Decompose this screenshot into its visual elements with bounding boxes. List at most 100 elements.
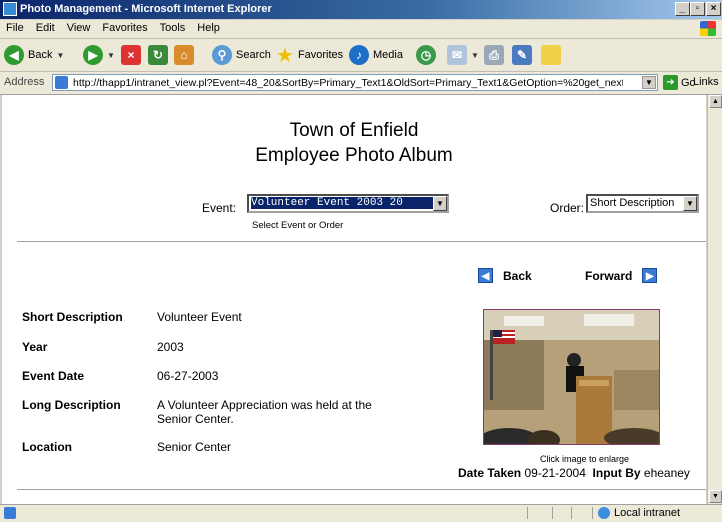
status-divider xyxy=(571,507,572,519)
stop-icon: × xyxy=(121,45,141,65)
date-taken-value: 09-21-2004 xyxy=(524,466,586,480)
detail-label: Long Description xyxy=(22,398,121,412)
refresh-button[interactable]: ↻ xyxy=(148,43,168,67)
home-button[interactable]: ⌂ xyxy=(174,43,194,67)
home-icon: ⌂ xyxy=(174,45,194,65)
ie-status-icon xyxy=(4,507,16,519)
refresh-icon: ↻ xyxy=(148,45,168,65)
favorites-star-icon: ★ xyxy=(276,44,294,67)
address-input[interactable]: http://thapp1/intranet_view.pl?Event=48_… xyxy=(52,74,658,91)
order-label: Order: xyxy=(550,201,585,215)
back-link-label: Back xyxy=(503,268,532,283)
security-zone-label: Local intranet xyxy=(614,507,681,519)
media-icon: ♪ xyxy=(349,45,369,65)
menu-file[interactable]: File xyxy=(0,20,30,34)
forward-button[interactable]: ▶ ▼ xyxy=(83,43,115,67)
search-icon: ⚲ xyxy=(212,45,232,65)
edit-button[interactable]: ✎ xyxy=(512,43,532,67)
menu-favorites[interactable]: Favorites xyxy=(96,20,153,34)
order-dropdown-icon[interactable]: ▼ xyxy=(683,196,697,211)
search-button-label: Search xyxy=(236,49,271,61)
select-hint: Select Event or Order xyxy=(252,220,344,231)
menu-bar: File Edit View Favorites Tools Help xyxy=(0,20,722,39)
forward-link-label: Forward xyxy=(585,268,633,283)
photo-caption: Click image to enlarge xyxy=(540,454,630,464)
input-by-label: Input By xyxy=(592,466,641,480)
address-label: Address xyxy=(4,76,45,88)
stop-button[interactable]: × xyxy=(121,43,141,67)
mail-dropdown-icon[interactable]: ▼ xyxy=(471,51,479,60)
favorites-button[interactable]: ★ Favorites xyxy=(276,43,343,67)
event-select[interactable]: Volunteer Event 2003 20 ▼ xyxy=(247,194,449,213)
event-dropdown-icon[interactable]: ▼ xyxy=(433,196,447,211)
title-bar: Photo Management - Microsoft Internet Ex… xyxy=(0,0,722,19)
back-link[interactable]: ◀ Back xyxy=(478,268,532,283)
go-arrow-icon: ➜ xyxy=(663,75,678,90)
event-select-value: Volunteer Event 2003 20 xyxy=(251,197,433,209)
vertical-scrollbar[interactable]: ▲ ▼ xyxy=(707,95,722,504)
forward-dropdown-icon[interactable]: ▼ xyxy=(107,51,115,60)
back-button[interactable]: ◀ Back ▼ xyxy=(4,43,64,67)
toolbar: ◀ Back ▼ ▶ ▼ × ↻ ⌂ ⚲ Search ★ Favorites … xyxy=(0,39,722,72)
back-arrow-icon: ◀ xyxy=(4,45,24,65)
forward-nav-icon: ▶ xyxy=(642,268,658,283)
detail-label: Year xyxy=(22,340,48,354)
print-button[interactable]: ⎙ xyxy=(484,43,504,67)
page-title-line2: Employee Photo Album xyxy=(255,145,453,166)
maximize-button[interactable]: ▫ xyxy=(690,2,705,16)
photo-meta: Date Taken 09-21-2004 Input By eheaney xyxy=(458,466,690,480)
minimize-button[interactable]: _ xyxy=(675,2,690,16)
back-dropdown-icon[interactable]: ▼ xyxy=(56,51,64,60)
order-select[interactable]: Short Description ▼ xyxy=(586,194,699,213)
detail-value: A Volunteer Appreciation was held at the… xyxy=(157,398,372,426)
detail-label: Event Date xyxy=(22,369,85,383)
media-button[interactable]: ♪ Media xyxy=(349,43,403,67)
page-content: Town of Enfield Employee Photo Album Eve… xyxy=(2,95,706,504)
menu-edit[interactable]: Edit xyxy=(30,20,61,34)
order-select-value: Short Description xyxy=(590,197,675,209)
ie-page-icon xyxy=(3,2,17,16)
search-button[interactable]: ⚲ Search xyxy=(212,43,271,67)
detail-label: Short Description xyxy=(22,310,123,324)
note-icon xyxy=(541,45,561,65)
print-icon: ⎙ xyxy=(484,45,504,65)
intranet-globe-icon xyxy=(598,507,610,519)
go-button[interactable]: ➜ Go xyxy=(663,75,696,90)
detail-label: Location xyxy=(22,440,72,454)
address-dropdown-icon[interactable]: ▼ xyxy=(642,76,656,89)
event-label: Event: xyxy=(202,201,237,215)
back-nav-icon: ◀ xyxy=(478,268,493,283)
forward-arrow-icon: ▶ xyxy=(83,45,103,65)
windows-logo-icon xyxy=(700,21,716,36)
forward-link[interactable]: Forward ▶ xyxy=(585,268,658,283)
menu-view[interactable]: View xyxy=(61,20,97,34)
media-button-label: Media xyxy=(373,49,403,61)
address-bar: Address http://thapp1/intranet_view.pl?E… xyxy=(0,72,722,95)
status-divider xyxy=(552,507,553,519)
close-button[interactable]: × xyxy=(706,2,721,16)
links-button[interactable]: Links xyxy=(693,76,719,88)
scroll-up-icon[interactable]: ▲ xyxy=(709,95,722,108)
divider-top xyxy=(17,241,706,243)
mail-icon: ✉ xyxy=(447,45,467,65)
menu-tools[interactable]: Tools xyxy=(154,20,192,34)
detail-value: 2003 xyxy=(157,340,184,354)
window-title: Photo Management - Microsoft Internet Ex… xyxy=(20,3,272,15)
history-button[interactable]: ◷ xyxy=(416,43,436,67)
detail-value: Senior Center xyxy=(157,440,232,454)
menu-help[interactable]: Help xyxy=(191,20,226,34)
security-zone: Local intranet xyxy=(598,507,680,519)
edit-icon: ✎ xyxy=(512,45,532,65)
address-url[interactable]: http://thapp1/intranet_view.pl?Event=48_… xyxy=(73,77,623,89)
status-bar: Local intranet xyxy=(0,504,722,522)
page-title-line1: Town of Enfield xyxy=(289,120,419,141)
mail-button[interactable]: ✉ ▼ xyxy=(447,43,479,67)
discuss-button[interactable] xyxy=(541,43,561,67)
event-photo[interactable] xyxy=(483,309,660,445)
history-icon: ◷ xyxy=(416,45,436,65)
status-divider xyxy=(527,507,528,519)
date-taken-label: Date Taken xyxy=(458,466,522,480)
scroll-down-icon[interactable]: ▼ xyxy=(709,490,722,503)
status-divider xyxy=(592,507,593,519)
page-icon xyxy=(55,76,68,89)
